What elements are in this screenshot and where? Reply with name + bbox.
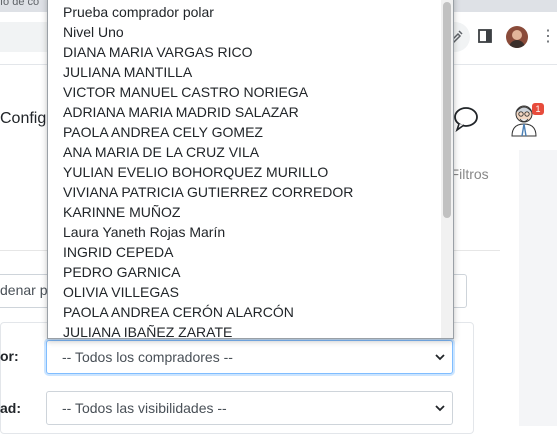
visibility-select-value: -- Todos las visibilidades -- xyxy=(62,400,227,416)
dropdown-option[interactable]: KARINNE MUÑOZ xyxy=(48,202,440,222)
buyer-select-value: -- Todos los compradores -- xyxy=(62,349,233,365)
dropdown-option[interactable]: PEDRO GARNICA xyxy=(48,262,440,282)
dropdown-scrollbar[interactable] xyxy=(441,0,453,338)
buyer-dropdown-list[interactable]: Prueba comprador polar Nivel Uno DIANA MAR… xyxy=(47,0,454,339)
dropdown-option[interactable]: ANA MARIA DE LA CRUZ VILA xyxy=(48,142,440,162)
right-side-strip xyxy=(519,150,557,426)
dropdown-option[interactable]: PAOLA ANDREA CELY GOMEZ xyxy=(48,122,440,142)
dropdown-option[interactable]: VIVIANA PATRICIA GUTIERREZ CORREDOR xyxy=(48,182,440,202)
dropdown-option[interactable]: Laura Yaneth Rojas Marín xyxy=(48,222,440,242)
dropdown-option[interactable]: INGRID CEPEDA xyxy=(48,242,440,262)
visibility-select[interactable]: -- Todos las visibilidades -- xyxy=(46,391,453,425)
buyer-filter-label: or: xyxy=(0,348,19,364)
dropdown-option[interactable]: OLIVIA VILLEGAS xyxy=(48,282,440,302)
dropdown-options: Prueba comprador polar Nivel Uno DIANA MAR… xyxy=(48,2,440,338)
dropdown-option[interactable]: ADRIANA MARIA MADRID SALAZAR xyxy=(48,102,440,122)
chat-icon[interactable] xyxy=(452,106,480,133)
chevron-down-icon xyxy=(435,405,445,412)
browser-menu-icon[interactable]: ⋮ xyxy=(540,26,556,46)
dropdown-option[interactable]: JULIANA IBAÑEZ ZARATE xyxy=(48,322,440,338)
notification-badge: 1 xyxy=(532,103,544,115)
dropdown-option[interactable]: VICTOR MANUEL CASTRO NORIEGA xyxy=(48,82,440,102)
browser-tab-title[interactable]: ío de co xyxy=(0,0,39,8)
sort-label: denar p xyxy=(0,282,48,298)
dropdown-scrollbar-thumb[interactable] xyxy=(443,2,451,218)
chevron-down-icon xyxy=(435,354,445,361)
dropdown-option[interactable]: YULIAN EVELIO BOHORQUEZ MURILLO xyxy=(48,162,440,182)
buyer-select[interactable]: -- Todos los compradores -- xyxy=(46,340,453,374)
side-panel-icon[interactable] xyxy=(476,27,494,45)
dropdown-option[interactable]: PAOLA ANDREA CERÓN ALARCÓN xyxy=(48,302,440,322)
visibility-filter-label: ad: xyxy=(0,400,21,416)
dropdown-option[interactable]: JULIANA MANTILLA xyxy=(48,62,440,82)
dropdown-option[interactable]: Nivel Uno xyxy=(48,22,440,42)
dropdown-option[interactable]: Prueba comprador polar xyxy=(48,2,440,22)
browser-profile-avatar[interactable] xyxy=(506,26,528,48)
dropdown-option[interactable]: DIANA MARIA VARGAS RICO xyxy=(48,42,440,62)
